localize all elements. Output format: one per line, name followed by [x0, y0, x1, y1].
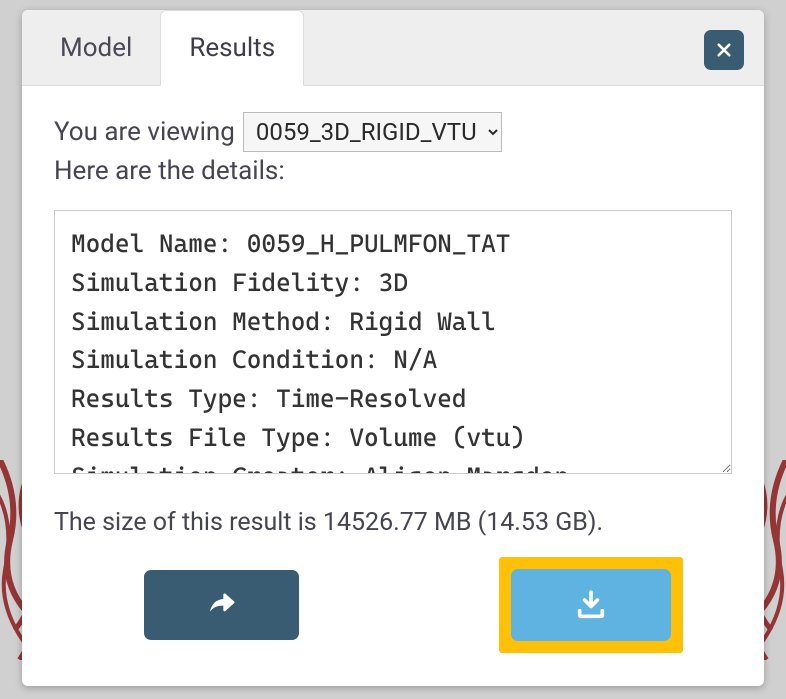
modal-header: Model Results — [22, 10, 764, 86]
share-button[interactable] — [144, 570, 299, 640]
viewing-label: You are viewing — [54, 117, 235, 147]
modal-body: You are viewing 0059_3D_RIGID_VTU Here a… — [22, 86, 764, 686]
download-icon — [574, 588, 608, 622]
result-size-text: The size of this result is 14526.77 MB (… — [54, 508, 732, 537]
tab-model[interactable]: Model — [32, 11, 160, 85]
share-icon — [206, 589, 238, 621]
close-button[interactable] — [704, 30, 744, 70]
tab-results[interactable]: Results — [160, 10, 304, 86]
result-select[interactable]: 0059_3D_RIGID_VTU — [243, 112, 502, 152]
download-highlight-ring — [499, 557, 683, 653]
details-textarea[interactable]: Model Name: 0059_H_PULMFON_TAT Simulatio… — [54, 210, 732, 474]
results-modal: Model Results You are viewing 0059_3D_RI… — [22, 10, 764, 686]
details-label: Here are the details: — [54, 156, 732, 186]
download-button[interactable] — [511, 569, 671, 641]
tabs-row: Model Results — [22, 10, 764, 85]
viewing-line: You are viewing 0059_3D_RIGID_VTU — [54, 112, 732, 152]
actions-row — [54, 557, 732, 653]
close-icon — [715, 41, 733, 59]
